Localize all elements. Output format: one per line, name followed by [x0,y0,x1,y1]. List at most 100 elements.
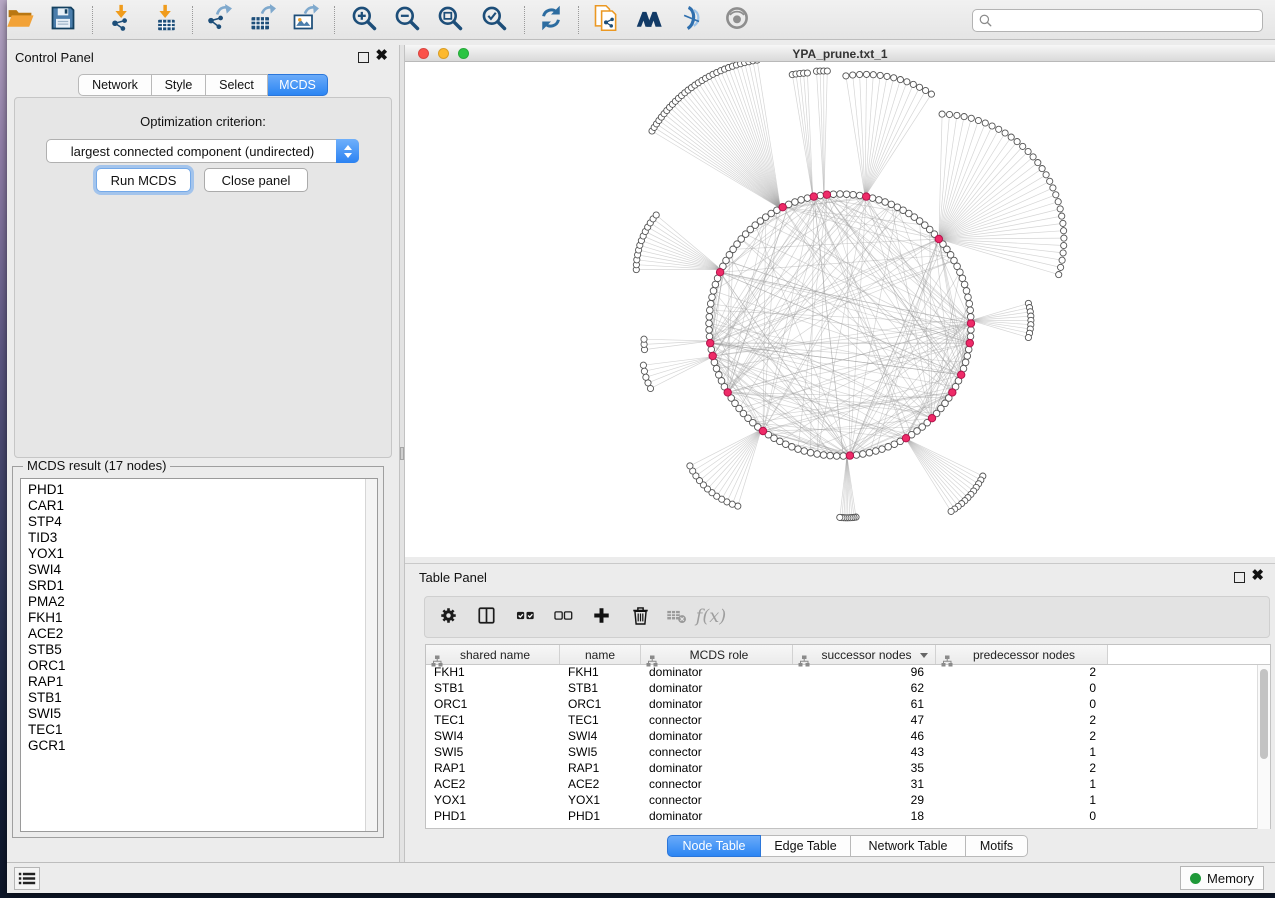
table-row[interactable]: FKH1FKH1dominator962 [426,665,1270,681]
table-row[interactable]: TEC1TEC1connector472 [426,713,1270,729]
zoom-fit-button[interactable] [433,5,467,35]
table-cell[interactable]: PHD1 [426,809,560,825]
table-row[interactable]: YOX1YOX1connector291 [426,793,1270,809]
table-cell[interactable]: ORC1 [560,697,641,713]
table-cell[interactable]: ACE2 [560,777,641,793]
network-graph[interactable] [405,62,1275,557]
tab-select[interactable]: Select [206,74,268,96]
table-cell[interactable]: 0 [936,681,1108,697]
tab-motifs[interactable]: Motifs [966,835,1028,857]
run-mcds-button[interactable]: Run MCDS [96,168,191,192]
table-cell[interactable]: SWI4 [426,729,560,745]
select-all-button[interactable] [513,606,537,630]
table-cell[interactable]: 62 [793,681,936,697]
table-cell[interactable]: 2 [936,713,1108,729]
add-row-button[interactable] [589,606,613,630]
table-scrollbar[interactable] [1257,665,1270,829]
table-cell[interactable]: 1 [936,745,1108,761]
close-panel-button[interactable]: Close panel [204,168,308,192]
table-cell[interactable]: dominator [641,761,793,777]
table-row[interactable]: ORC1ORC1dominator610 [426,697,1270,713]
table-cell[interactable]: connector [641,713,793,729]
tab-node-table[interactable]: Node Table [667,835,761,857]
table-cell[interactable]: ORC1 [426,697,560,713]
hide-details-button[interactable] [675,5,709,35]
table-cell[interactable]: YOX1 [560,793,641,809]
table-row[interactable]: ACE2ACE2connector311 [426,777,1270,793]
table-cell[interactable]: STB1 [426,681,560,697]
export-network-button[interactable] [201,5,235,35]
column-header-MCDS-role[interactable]: MCDS role [641,645,793,664]
search-input[interactable] [997,14,1257,28]
table-cell[interactable]: YOX1 [426,793,560,809]
mcds-result-item[interactable]: PHD1 [21,482,377,498]
deselect-all-button[interactable] [551,606,575,630]
table-cell[interactable]: RAP1 [426,761,560,777]
table-cell[interactable]: 43 [793,745,936,761]
column-header-name[interactable]: name [560,645,641,664]
table-cell[interactable]: 0 [936,697,1108,713]
binoculars-button[interactable] [632,5,666,35]
table-cell[interactable]: dominator [641,697,793,713]
mcds-result-item[interactable]: ACE2 [21,626,377,642]
column-header-predecessor-nodes[interactable]: predecessor nodes [936,645,1108,664]
tab-style[interactable]: Style [152,74,206,96]
table-cell[interactable]: dominator [641,665,793,681]
network-canvas[interactable] [405,62,1275,557]
table-cell[interactable]: 1 [936,793,1108,809]
column-header-shared-name[interactable]: shared name [426,645,560,664]
export-image-button[interactable] [288,5,322,35]
network-file-button[interactable] [589,5,623,35]
mcds-result-item[interactable]: STB5 [21,642,377,658]
table-row[interactable]: SWI4SWI4dominator462 [426,729,1270,745]
table-cell[interactable]: 2 [936,729,1108,745]
import-table-button[interactable] [149,5,183,35]
delete-row-button[interactable] [628,606,652,630]
table-cell[interactable]: 1 [936,777,1108,793]
import-network-button[interactable] [105,5,139,35]
tab-edge-table[interactable]: Edge Table [761,835,851,857]
column-header-successor-nodes[interactable]: successor nodes [793,645,936,664]
table-cell[interactable]: 0 [936,809,1108,825]
columns-button[interactable] [474,606,498,630]
table-float-icon[interactable] [1234,572,1245,583]
mcds-result-item[interactable]: ORC1 [21,658,377,674]
gear-button[interactable] [436,606,460,630]
table-cell[interactable]: dominator [641,729,793,745]
taskbar-list-button[interactable] [14,867,40,890]
table-cell[interactable]: TEC1 [560,713,641,729]
table-cell[interactable]: 46 [793,729,936,745]
mcds-result-item[interactable]: TEC1 [21,722,377,738]
result-list-scrollbar[interactable] [365,479,377,831]
table-cell[interactable]: connector [641,745,793,761]
table-cell[interactable]: connector [641,793,793,809]
memory-button[interactable]: Memory [1180,866,1264,890]
table-close-icon[interactable]: ✖ [1251,567,1264,585]
zoom-in-button[interactable] [347,5,381,35]
mcds-result-item[interactable]: STB1 [21,690,377,706]
table-cell[interactable]: SWI4 [560,729,641,745]
eye-button[interactable] [720,5,754,35]
table-row[interactable]: SWI5SWI5connector431 [426,745,1270,761]
table-cell[interactable]: 2 [936,761,1108,777]
mcds-result-item[interactable]: FKH1 [21,610,377,626]
zoom-out-button[interactable] [390,5,424,35]
table-cell[interactable]: dominator [641,681,793,697]
zoom-selected-button[interactable] [477,5,511,35]
table-cell[interactable]: TEC1 [426,713,560,729]
table-cell[interactable]: STB1 [560,681,641,697]
table-cell[interactable]: FKH1 [560,665,641,681]
search-box[interactable] [972,9,1263,32]
optimization-criterion-select[interactable]: largest connected component (undirected) [46,139,359,163]
table-cell[interactable]: 96 [793,665,936,681]
mcds-result-item[interactable]: SWI4 [21,562,377,578]
float-panel-icon[interactable] [358,52,369,63]
mcds-result-item[interactable]: PMA2 [21,594,377,610]
table-row[interactable]: PHD1PHD1dominator180 [426,809,1270,825]
mcds-result-item[interactable]: YOX1 [21,546,377,562]
mcds-result-item[interactable]: TID3 [21,530,377,546]
table-cell[interactable]: dominator [641,809,793,825]
table-cell[interactable]: FKH1 [426,665,560,681]
table-row[interactable]: RAP1RAP1dominator352 [426,761,1270,777]
mcds-result-item[interactable]: GCR1 [21,738,377,754]
